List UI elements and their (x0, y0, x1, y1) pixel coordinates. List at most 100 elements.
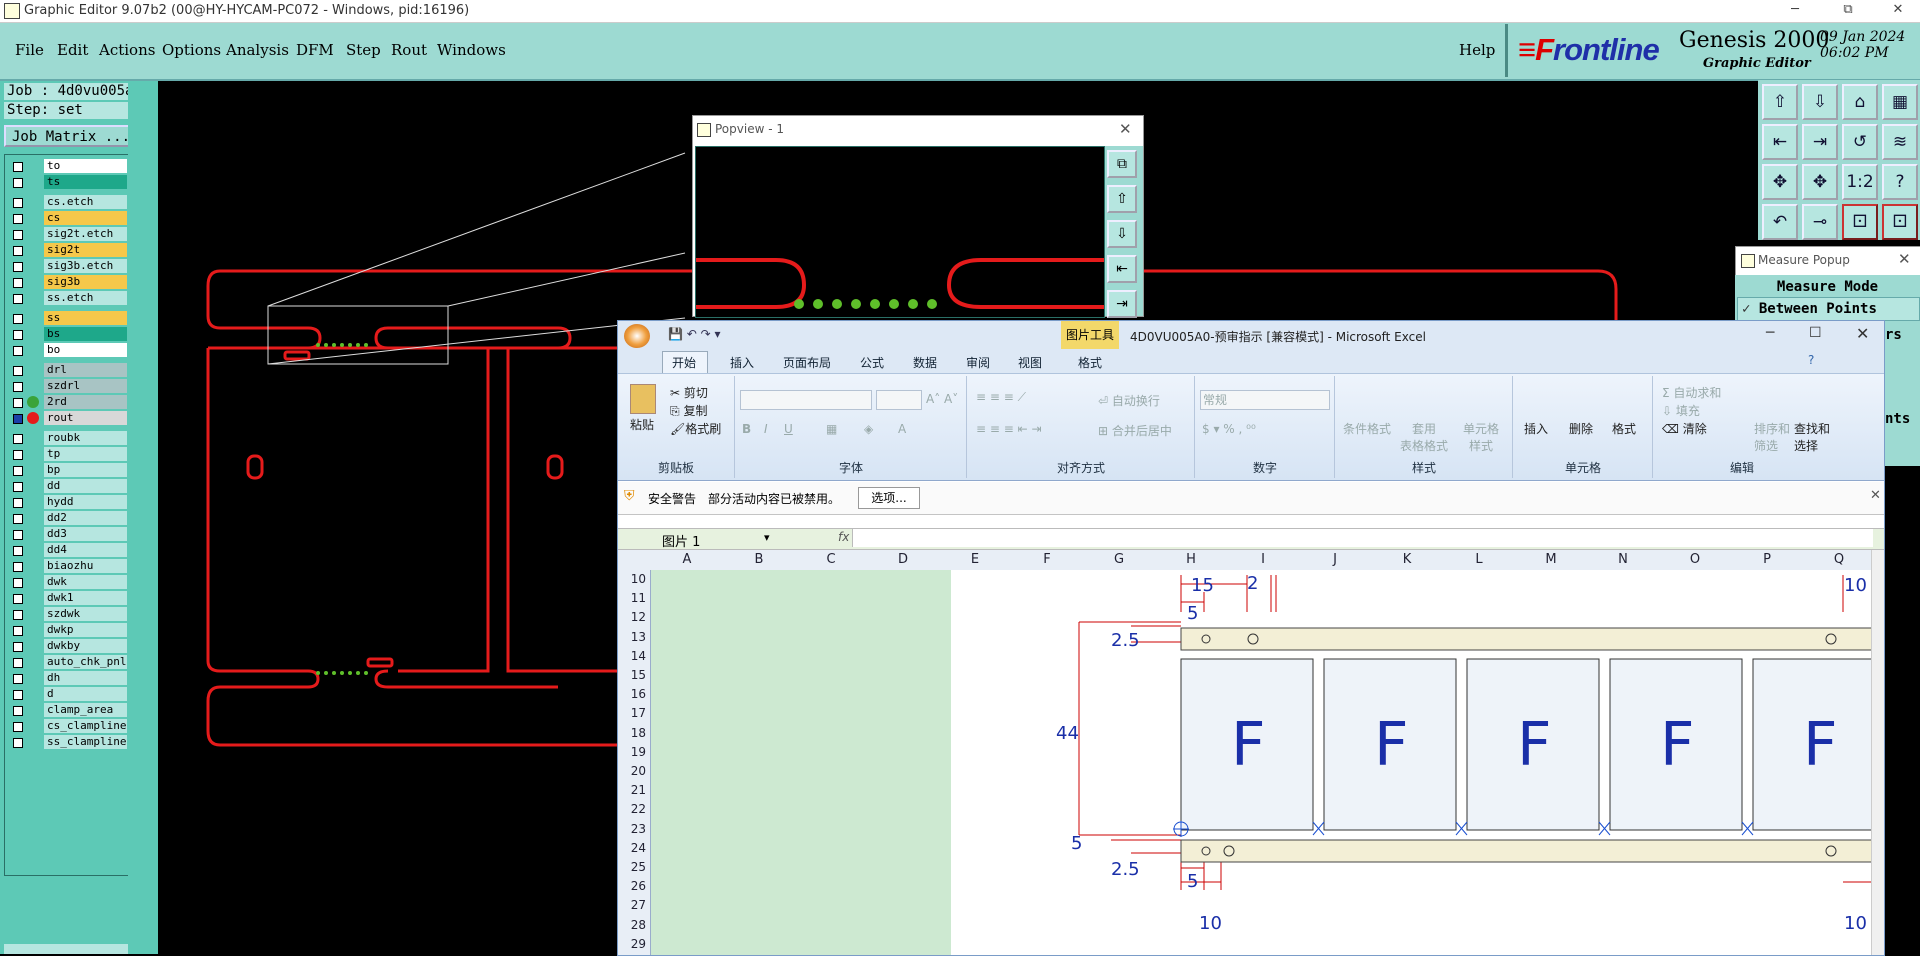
sheet-cells[interactable] (651, 570, 951, 955)
tab-home[interactable]: 开始 (672, 354, 696, 371)
row-header[interactable]: 12 (618, 610, 646, 624)
column-header[interactable]: E (965, 552, 985, 567)
layer-row[interactable]: dd4 (7, 543, 127, 557)
layer-row[interactable]: dwk1 (7, 591, 127, 605)
excel-window[interactable]: 💾 ↶ ↷ ▾ 图片工具 4D0VU005A0-预审指示 [兼容模式] - Mi… (617, 320, 1885, 956)
tab-review[interactable]: 审阅 (966, 354, 990, 371)
layer-row[interactable]: clamp_area (7, 703, 127, 717)
tab-data[interactable]: 数据 (913, 354, 937, 371)
layer-name[interactable]: roubk (44, 431, 127, 445)
toolbar-button[interactable]: ✥ (1802, 164, 1838, 200)
layer-row[interactable]: rout (7, 411, 127, 425)
align-top-buttons[interactable]: ≡ ≡ ≡ ⟋ (976, 390, 1026, 405)
excel-maximize-button[interactable]: ☐ (1809, 325, 1822, 341)
fill-button[interactable]: ⇩ 填充 (1662, 402, 1700, 419)
layer-row[interactable]: sig2t.etch (7, 227, 127, 241)
layer-checkbox[interactable] (13, 578, 23, 588)
layer-row[interactable]: dwk (7, 575, 127, 589)
column-header[interactable]: J (1325, 552, 1345, 567)
column-header[interactable]: B (749, 552, 769, 567)
fill-color-button[interactable]: ◈ (864, 422, 873, 436)
layer-checkbox[interactable] (13, 722, 23, 732)
tab-page-layout[interactable]: 页面布局 (783, 354, 831, 371)
embedded-picture[interactable]: 15 2 10 5 2.5 44 5 2.5 5 10 10 F F F F F (951, 570, 1874, 955)
layer-row[interactable]: sig3b.etch (7, 259, 127, 273)
toolbar-button[interactable]: ⚀ (1882, 204, 1918, 240)
tab-view[interactable]: 视图 (1018, 354, 1042, 371)
layer-checkbox[interactable] (13, 514, 23, 524)
font-size-select[interactable] (876, 390, 922, 410)
layer-name[interactable]: bo (44, 343, 127, 357)
layer-name[interactable]: tp (44, 447, 127, 461)
column-header[interactable]: F (1037, 552, 1057, 567)
row-header[interactable]: 10 (618, 572, 646, 586)
layer-checkbox[interactable] (13, 198, 23, 208)
minimize-button[interactable]: ─ (1775, 2, 1815, 20)
column-header[interactable]: I (1253, 552, 1273, 567)
excel-minimize-button[interactable]: ─ (1766, 325, 1774, 341)
toolbar-button[interactable]: ⇧ (1762, 84, 1798, 120)
layer-checkbox[interactable] (13, 706, 23, 716)
layer-row[interactable]: bp (7, 463, 127, 477)
layer-name[interactable]: ss (44, 311, 127, 325)
layer-checkbox[interactable] (13, 346, 23, 356)
row-header[interactable]: 20 (618, 764, 646, 778)
row-header[interactable]: 24 (618, 841, 646, 855)
layer-checkbox[interactable] (13, 466, 23, 476)
layer-row[interactable]: ss (7, 311, 127, 325)
layer-checkbox[interactable] (13, 482, 23, 492)
layer-name[interactable]: ts (44, 175, 127, 189)
insert-cells-button[interactable]: 插入 (1524, 420, 1548, 437)
layer-row[interactable]: ss.etch (7, 291, 127, 305)
layer-name[interactable]: auto_chk_pnl (44, 655, 127, 669)
menu-dfm[interactable]: DFM (296, 41, 334, 59)
row-header[interactable]: 22 (618, 802, 646, 816)
layer-checkbox[interactable] (13, 498, 23, 508)
layer-name[interactable]: dh (44, 671, 127, 685)
menu-windows[interactable]: Windows (437, 41, 506, 59)
format-as-table-button[interactable]: 套用 表格格式 (1396, 420, 1452, 454)
row-header[interactable]: 15 (618, 668, 646, 682)
menu-actions[interactable]: Actions (99, 41, 155, 59)
quick-access-toolbar[interactable]: 💾 ↶ ↷ ▾ (668, 327, 721, 341)
restore-button[interactable]: ⧉ (1828, 2, 1868, 20)
underline-button[interactable]: U (784, 422, 793, 436)
layer-row[interactable]: 2rd (7, 395, 127, 409)
menu-step[interactable]: Step (346, 41, 381, 59)
layer-row[interactable]: tp (7, 447, 127, 461)
layer-checkbox[interactable] (13, 594, 23, 604)
layer-name[interactable]: bp (44, 463, 127, 477)
layer-checkbox[interactable] (13, 162, 23, 172)
layer-checkbox[interactable] (13, 314, 23, 324)
popview-window[interactable]: Popview - 1 ✕ ⧉ ⇧ ⇩ ⇤ ⇥ (692, 115, 1144, 318)
copy-button[interactable]: ⎘ 复制 (670, 402, 707, 419)
layer-name[interactable]: dd2 (44, 511, 127, 525)
delete-cells-button[interactable]: 删除 (1569, 420, 1593, 437)
column-header[interactable]: N (1613, 552, 1633, 567)
number-format-select[interactable]: 常规 (1200, 390, 1330, 410)
popview-close-button[interactable]: ✕ (1119, 120, 1132, 138)
layer-checkbox[interactable] (13, 530, 23, 540)
layer-row[interactable]: ts (7, 175, 127, 189)
popview-tool-button[interactable]: ⇧ (1107, 185, 1137, 213)
layer-name[interactable]: dd3 (44, 527, 127, 541)
toolbar-button[interactable]: ↺ (1842, 124, 1878, 160)
layer-name[interactable]: szdrl (44, 379, 127, 393)
excel-close-button[interactable]: ✕ (1856, 324, 1869, 343)
layer-checkbox[interactable] (13, 330, 23, 340)
layer-name[interactable]: dd4 (44, 543, 127, 557)
layer-row[interactable]: dwkp (7, 623, 127, 637)
layer-checkbox[interactable] (13, 414, 23, 424)
format-painter-button[interactable]: 🖌格式刷 (670, 420, 721, 437)
row-header[interactable]: 21 (618, 783, 646, 797)
toolbar-button[interactable]: ≋ (1882, 124, 1918, 160)
toolbar-button[interactable]: ↶ (1762, 204, 1798, 240)
column-header[interactable]: M (1541, 552, 1561, 567)
layer-checkbox[interactable] (13, 214, 23, 224)
toolbar-button[interactable]: ⇩ (1802, 84, 1838, 120)
clear-button[interactable]: ⌫ 清除 (1662, 420, 1707, 437)
layer-checkbox[interactable] (13, 366, 23, 376)
toolbar-button[interactable]: ▦ (1882, 84, 1918, 120)
layer-row[interactable]: cs (7, 211, 127, 225)
layer-name[interactable]: cs_clampline (44, 719, 127, 733)
